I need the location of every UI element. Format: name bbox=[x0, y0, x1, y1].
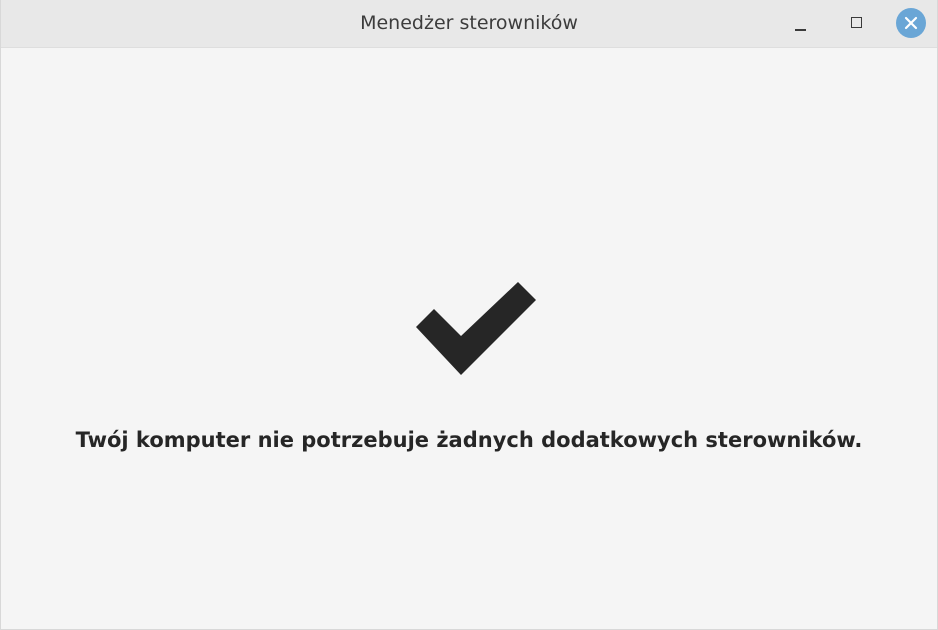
maximize-icon bbox=[851, 17, 862, 28]
minimize-button[interactable] bbox=[786, 8, 816, 38]
status-message: Twój komputer nie potrzebuje żadnych dod… bbox=[75, 428, 863, 452]
main-content: Twój komputer nie potrzebuje żadnych dod… bbox=[1, 48, 937, 630]
maximize-button[interactable] bbox=[842, 8, 872, 38]
minimize-icon bbox=[795, 29, 806, 31]
driver-manager-window: Menedżer sterowników Twój komputer nie p… bbox=[0, 0, 938, 630]
close-button[interactable] bbox=[896, 8, 926, 38]
close-icon bbox=[904, 16, 918, 30]
titlebar[interactable]: Menedżer sterowników bbox=[1, 0, 937, 48]
checkmark-icon bbox=[416, 282, 536, 375]
